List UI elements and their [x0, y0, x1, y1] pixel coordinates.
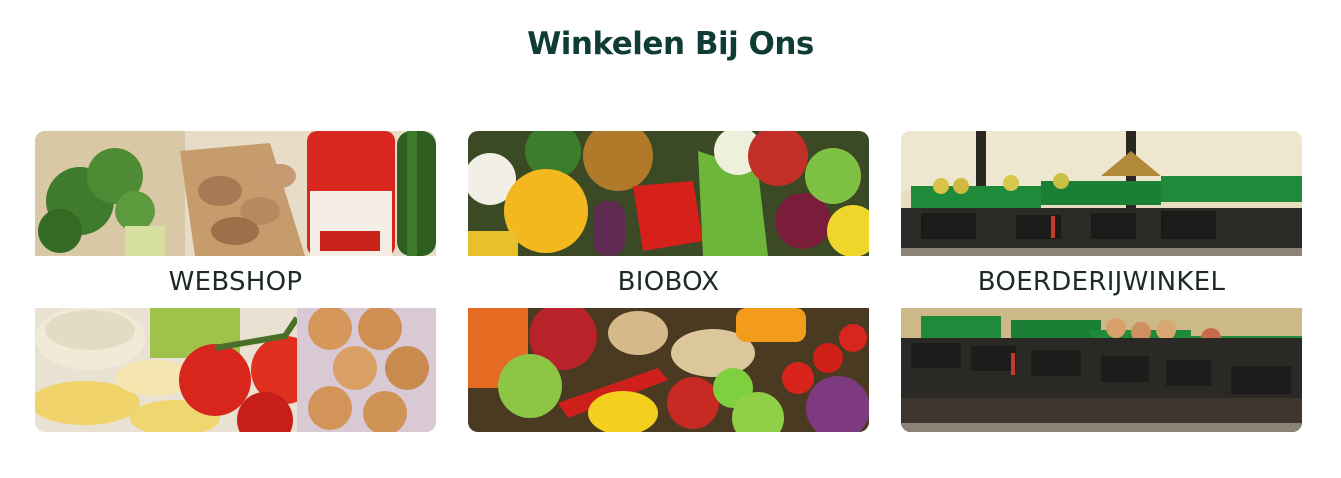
card-boerderijwinkel[interactable]: BOERDERIJWINKEL — [901, 131, 1302, 432]
biobox-image-top — [468, 131, 869, 256]
card-label-webshop: WEBSHOP — [168, 267, 303, 297]
webshop-image-bottom — [35, 308, 436, 432]
biobox-image-bottom — [468, 308, 869, 432]
card-biobox[interactable]: BIOBOX — [468, 131, 869, 432]
webshop-label-band: WEBSHOP — [35, 256, 436, 308]
card-label-boerderijwinkel: BOERDERIJWINKEL — [977, 267, 1226, 297]
biobox-label-band: BIOBOX — [468, 256, 869, 308]
boerderijwinkel-label-band: BOERDERIJWINKEL — [901, 256, 1302, 308]
boerderijwinkel-image-top — [901, 131, 1302, 256]
card-label-biobox: BIOBOX — [617, 267, 720, 297]
webshop-image-top — [35, 131, 436, 256]
boerderijwinkel-image-bottom — [901, 308, 1302, 432]
card-webshop[interactable]: WEBSHOP — [35, 131, 436, 432]
section-title: Winkelen Bij Ons — [527, 26, 814, 62]
page: Winkelen Bij Ons WEBSHOP BIOBOX BOERDERI… — [0, 0, 1341, 478]
